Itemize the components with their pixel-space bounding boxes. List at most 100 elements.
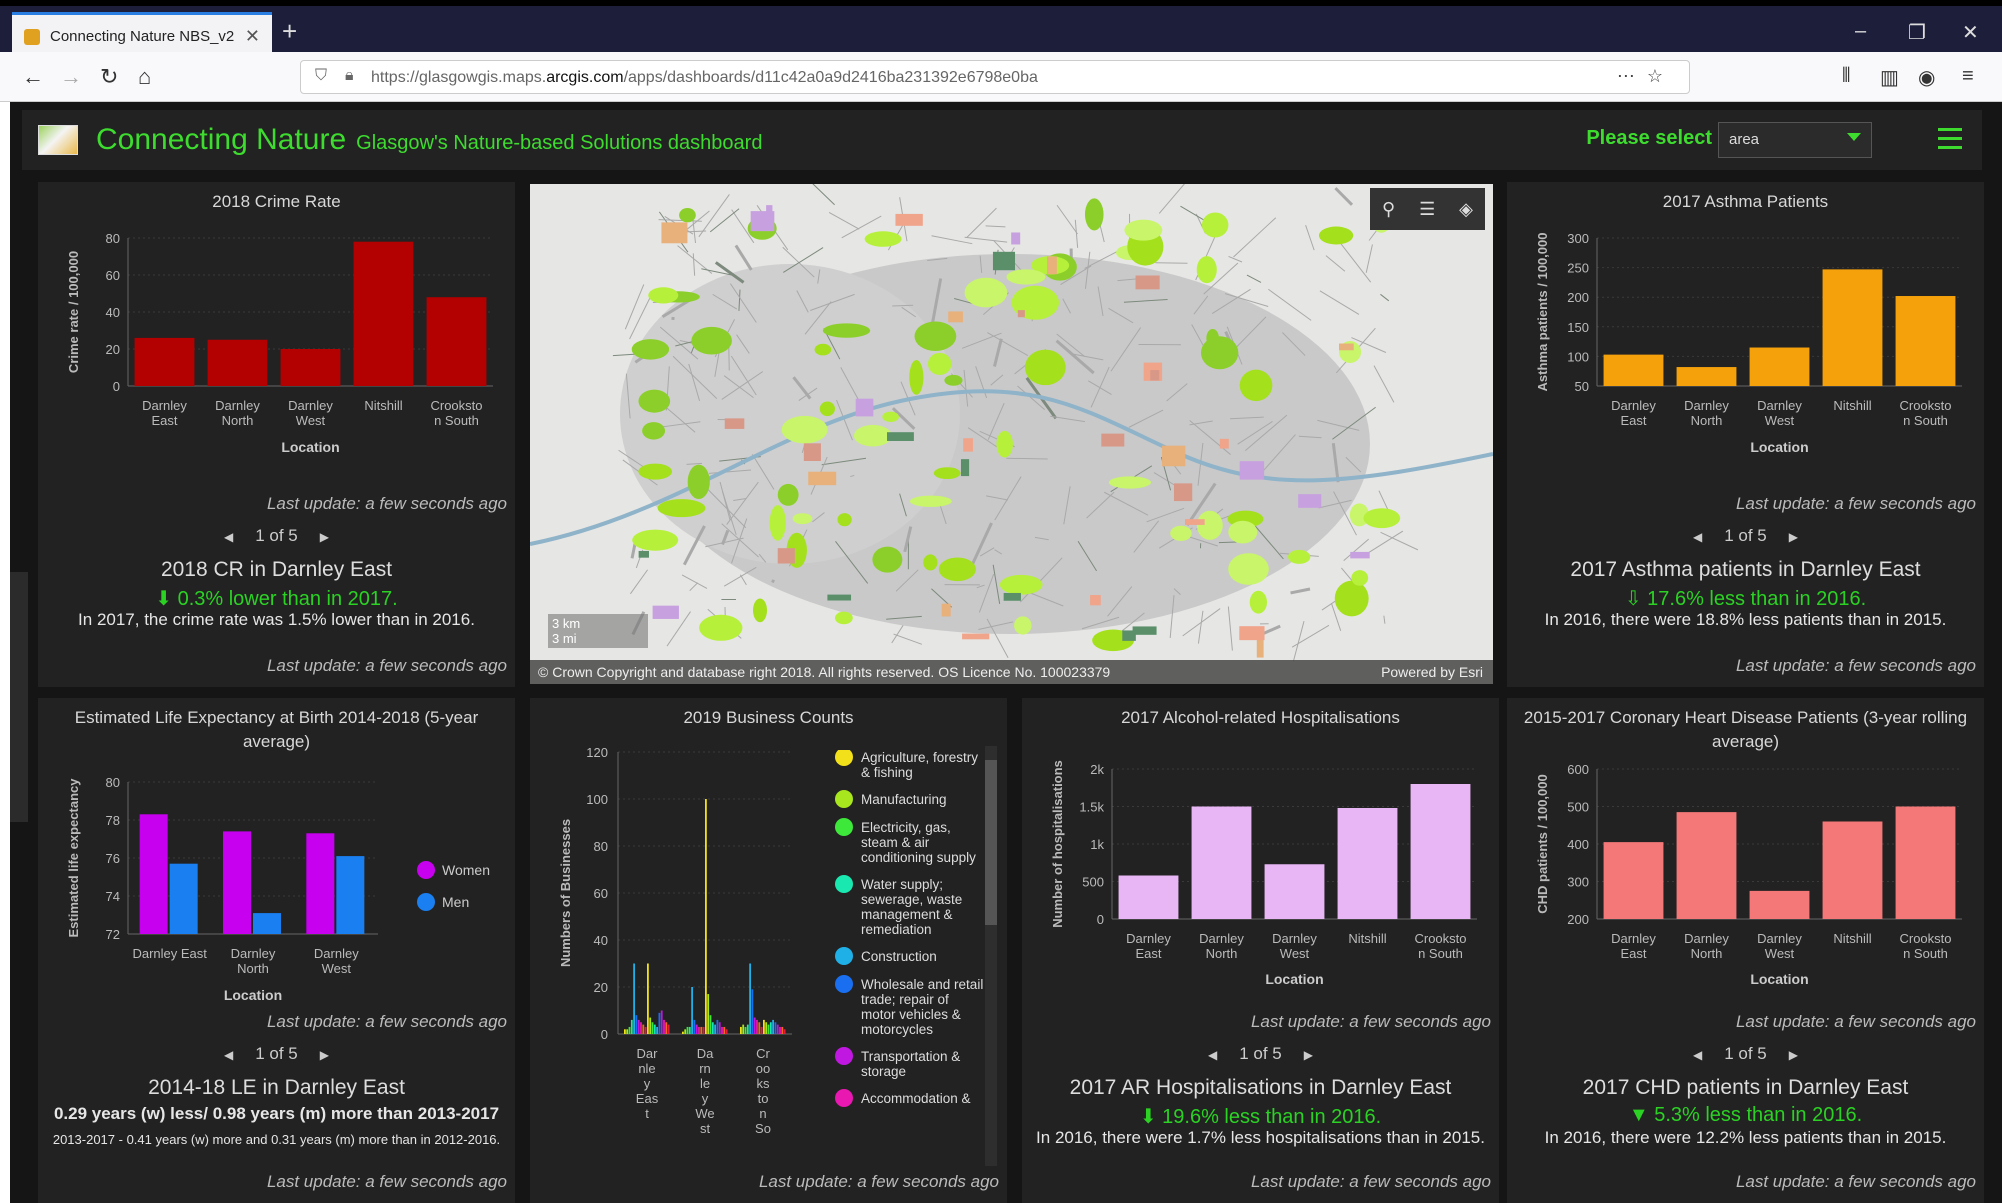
x-axis-title: Location	[281, 439, 339, 455]
next-icon[interactable]: ▶	[1304, 1048, 1313, 1062]
restore-icon[interactable]: ❐	[1908, 20, 1926, 45]
legend-dot	[417, 893, 435, 911]
y-tick-label: 80	[106, 231, 120, 246]
life-expectancy-card: Estimated Life Expectancy at Birth 2014-…	[38, 698, 515, 1203]
legend-item[interactable]: Accommodation &	[835, 1089, 985, 1107]
bar	[688, 1026, 691, 1034]
green-space	[1200, 336, 1239, 370]
hamburger-menu-icon[interactable]	[1938, 128, 1962, 155]
green-space	[944, 374, 963, 386]
prev-icon[interactable]: ◀	[1693, 1048, 1702, 1062]
page-actions-icon[interactable]: ⋯☆	[1617, 66, 1675, 87]
map-canvas[interactable]	[530, 184, 1493, 684]
green-space	[872, 546, 903, 573]
legend-item[interactable]: Construction	[835, 947, 985, 965]
navigation-bar: ← → ↻ ⌂ ⛉ 🔒︎ https://glasgowgis.maps.arc…	[0, 52, 2002, 102]
map-view[interactable]: ⚲ ☰ ◈ 3 km 3 mi © Crown Copyright and dat…	[530, 184, 1493, 684]
next-icon[interactable]: ▶	[1789, 530, 1798, 544]
prev-icon[interactable]: ◀	[1208, 1048, 1217, 1062]
next-icon[interactable]: ▶	[320, 1048, 329, 1062]
library-icon[interactable]: ⫴	[1842, 65, 1850, 88]
pager[interactable]: ◀ 1 of 5 ▶	[1022, 1044, 1499, 1064]
bar	[693, 1019, 696, 1034]
legend-icon[interactable]: ☰	[1419, 199, 1435, 220]
y-tick-label: 78	[106, 813, 120, 828]
next-icon[interactable]: ▶	[320, 530, 329, 544]
alcohol-card: 2017 Alcohol-related Hospitalisations 0 5…	[1022, 698, 1499, 1203]
x-tick-label: Crooksto	[1899, 931, 1951, 946]
y-tick-label: 100	[1567, 349, 1589, 364]
land-parcel	[638, 550, 649, 558]
green-space	[909, 495, 952, 507]
green-space	[864, 231, 902, 247]
x-tick-label: Darnley	[1684, 398, 1729, 413]
y-tick-label: 0	[113, 379, 120, 394]
x-tick-label: Eas	[636, 1091, 659, 1106]
legend-item[interactable]: Water supply; sewerage, waste management…	[835, 875, 985, 937]
green-space	[1108, 476, 1152, 489]
bar	[223, 831, 251, 934]
pager[interactable]: ◀ 1 of 5 ▶	[1507, 1044, 1984, 1064]
chd-chart: 200300400500600DarnleyEastDarnleyNorthDa…	[1535, 762, 1962, 987]
pager[interactable]: ◀ 1 of 5 ▶	[1507, 526, 1984, 546]
x-tick-label: y	[644, 1076, 651, 1091]
copyright-text: © Crown Copyright and database right 201…	[538, 664, 1111, 680]
change-text: 17.6% less than in 2016.	[1647, 588, 1867, 610]
reload-icon[interactable]: ↻	[100, 64, 118, 90]
sidebar-icon[interactable]: ▥	[1880, 65, 1899, 90]
legend-item[interactable]: Agriculture, forestry & fishing	[835, 750, 985, 780]
layers-icon[interactable]: ◈	[1459, 199, 1473, 220]
home-icon[interactable]: ⌂	[138, 64, 151, 90]
green-space	[631, 339, 670, 360]
pager-text: 1 of 5	[1724, 1044, 1767, 1063]
legend-item[interactable]: Electricity, gas, steam & air conditioni…	[835, 818, 985, 865]
area-select[interactable]: area	[1718, 122, 1872, 158]
side-panel-toggle[interactable]	[10, 572, 28, 822]
next-icon[interactable]: ▶	[1789, 1048, 1798, 1062]
legend-item[interactable]: Transportation & storage	[835, 1047, 985, 1079]
pager-text: 1 of 5	[255, 1044, 298, 1063]
legend-item[interactable]: Wholesale and retail trade; repair of mo…	[835, 975, 985, 1037]
green-space	[1196, 510, 1223, 540]
prev-icon[interactable]: ◀	[1693, 530, 1702, 544]
prev-icon[interactable]: ◀	[224, 1048, 233, 1062]
url-prefix: https://glasgowgis.maps.	[371, 69, 547, 86]
green-space	[638, 463, 673, 480]
close-window-icon[interactable]: ✕	[1962, 20, 1979, 45]
indicator-detail: 2013-2017 - 0.41 years (w) more and 0.31…	[52, 1132, 501, 1147]
x-tick-label: Darnley	[1757, 398, 1802, 413]
x-tick-label: We	[695, 1106, 714, 1121]
browser-menu-icon[interactable]: ≡	[1962, 65, 1974, 88]
land-parcel	[1239, 626, 1265, 641]
prev-icon[interactable]: ◀	[224, 530, 233, 544]
x-tick-label: Dar	[637, 1046, 659, 1061]
land-parcel	[1003, 592, 1021, 601]
green-space	[1249, 590, 1268, 614]
account-icon[interactable]: ◉	[1918, 65, 1935, 90]
y-tick-label: 76	[106, 851, 120, 866]
new-tab-button[interactable]: +	[282, 16, 297, 47]
minimize-icon[interactable]: –	[1855, 20, 1866, 43]
crime-chart: 020406080DarnleyEastDarnleyNorthDarnleyW…	[66, 231, 493, 455]
green-space	[1351, 570, 1369, 586]
bar	[628, 1026, 631, 1034]
legend-scrollbar[interactable]	[985, 746, 997, 1166]
land-parcel	[1256, 637, 1264, 658]
y-tick-label: 0	[1097, 912, 1104, 927]
x-tick-label: Darnley	[142, 398, 187, 413]
forward-icon[interactable]: →	[60, 64, 82, 90]
change-text: 5.3% less than in 2016.	[1654, 1104, 1863, 1126]
x-tick-label: n South	[434, 413, 479, 428]
land-parcel	[652, 605, 679, 619]
url-field[interactable]: ⛉ 🔒︎ https://glasgowgis.maps.arcgis.com/…	[300, 60, 1690, 94]
pager[interactable]: ◀ 1 of 5 ▶	[38, 526, 515, 546]
x-tick-label: Darnley	[231, 946, 276, 961]
legend-item[interactable]: Manufacturing	[835, 790, 985, 808]
pager[interactable]: ◀ 1 of 5 ▶	[38, 1044, 515, 1064]
land-parcel	[1150, 370, 1160, 381]
search-icon[interactable]: ⚲	[1382, 199, 1395, 220]
back-icon[interactable]: ←	[22, 64, 44, 90]
x-tick-label: y	[702, 1091, 709, 1106]
y-tick-label: 80	[106, 775, 120, 790]
close-tab-icon[interactable]: ✕	[245, 26, 260, 47]
